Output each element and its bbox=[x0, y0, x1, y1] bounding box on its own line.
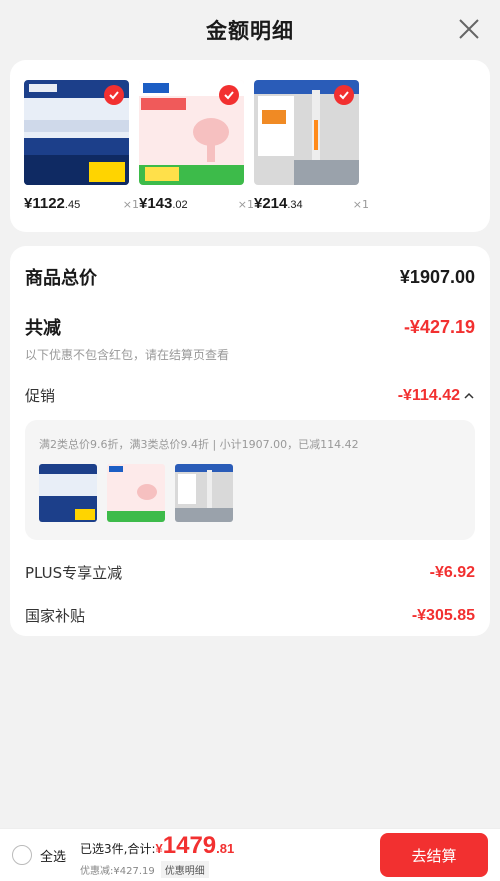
checkout-button[interactable]: 去结算 bbox=[380, 833, 488, 877]
plus-label: PLUS专享立减 bbox=[25, 564, 123, 582]
promo-thumb-hairdryer bbox=[107, 464, 165, 522]
product-list: ¥1122.45 ×1 ¥143.02 ×1 ¥214.34 ×1 bbox=[10, 60, 490, 232]
check-icon[interactable] bbox=[334, 85, 354, 105]
product-qty: ×1 bbox=[352, 198, 369, 211]
check-icon[interactable] bbox=[104, 85, 124, 105]
product-item[interactable]: ¥1122.45 ×1 bbox=[24, 80, 139, 232]
promo-label: 促销 bbox=[25, 387, 56, 405]
discount-value: -¥427.19 bbox=[403, 316, 475, 337]
product-qty: ×1 bbox=[122, 198, 139, 211]
select-all-label[interactable]: 全选 bbox=[40, 846, 66, 865]
gov-subsidy-label: 国家补贴 bbox=[25, 607, 86, 625]
product-image-aircon[interactable] bbox=[24, 80, 129, 185]
promo-value: -¥114.42 bbox=[397, 386, 460, 404]
product-image-hairdryer[interactable] bbox=[139, 80, 244, 185]
product-price: ¥143.02 bbox=[139, 195, 188, 212]
chevron-up-icon[interactable] bbox=[463, 391, 475, 401]
gov-subsidy-value: -¥305.85 bbox=[411, 606, 475, 624]
promo-detail: 满2类总价9.6折，满3类总价9.4折 | 小计1907.00，已减114.42 bbox=[39, 438, 359, 451]
checkout-bar: 全选 已选3件,合计: ¥1479.81 优惠减:¥427.19 优惠明细 去结… bbox=[0, 828, 500, 881]
order-summary: 已选3件,合计: ¥1479.81 优惠减:¥427.19 优惠明细 bbox=[80, 832, 234, 878]
product-price: ¥214.34 bbox=[254, 195, 303, 212]
total-label: 商品总价 bbox=[25, 268, 97, 289]
selected-count: 已选3件,合计: bbox=[80, 842, 156, 856]
promo-row[interactable]: 促销 -¥114.42 bbox=[25, 385, 475, 406]
total-value: ¥1907.00 bbox=[399, 266, 475, 287]
product-item[interactable]: ¥214.34 ×1 bbox=[254, 80, 369, 232]
discount-note: 以下优惠不包含红包，请在结算页查看 bbox=[25, 348, 230, 362]
header: 金额明细 bbox=[0, 0, 500, 60]
close-icon[interactable] bbox=[458, 18, 480, 40]
promo-thumb-aircon bbox=[39, 464, 97, 522]
check-icon[interactable] bbox=[219, 85, 239, 105]
product-price: ¥1122.45 bbox=[24, 195, 81, 212]
product-qty: ×1 bbox=[237, 198, 254, 211]
promo-box: 满2类总价9.6折，满3类总价9.4折 | 小计1907.00，已减114.42 bbox=[25, 420, 475, 540]
plus-value: -¥6.92 bbox=[429, 563, 475, 581]
promo-thumb-faucet bbox=[175, 464, 233, 522]
price-detail: 商品总价 ¥1907.00 共减 -¥427.19 以下优惠不包含红包，请在结算… bbox=[10, 246, 490, 636]
product-item[interactable]: ¥143.02 ×1 bbox=[139, 80, 254, 232]
select-all-radio[interactable] bbox=[12, 845, 32, 865]
page-title: 金额明细 bbox=[206, 19, 294, 43]
product-image-faucet[interactable] bbox=[254, 80, 359, 185]
saved-amount: 优惠减:¥427.19 bbox=[80, 866, 155, 877]
discount-label: 共减 bbox=[25, 318, 61, 339]
discount-detail-link[interactable]: 优惠明细 bbox=[160, 861, 209, 878]
order-total: ¥1479.81 bbox=[155, 832, 235, 859]
